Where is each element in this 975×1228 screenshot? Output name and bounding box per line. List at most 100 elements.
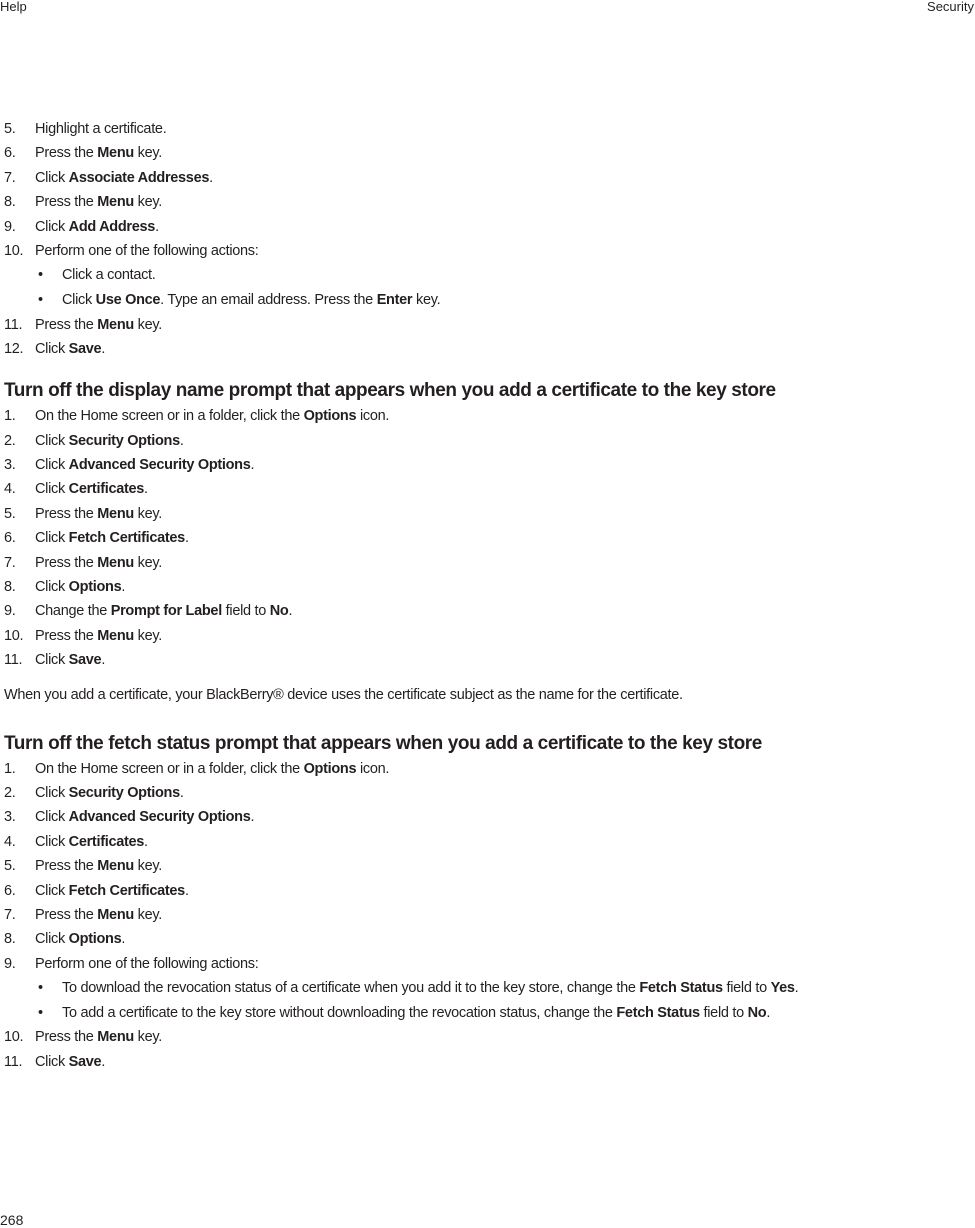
text-run: key. — [133, 316, 163, 333]
ui-term: Advanced Security Options — [68, 809, 251, 826]
step-number: 7. — [4, 169, 16, 186]
ui-term: Enter — [376, 291, 413, 308]
section-title-display-name-prompt: Turn off the display name prompt that ap… — [4, 380, 776, 402]
step-text: Press the Menu key. — [35, 854, 162, 878]
list-step: 1. On the Home screen or in a folder, cli… — [4, 404, 964, 428]
list-step: 8. Click Options. — [4, 575, 964, 599]
step-text: Click Security Options. — [35, 429, 184, 453]
text-run: Press the — [35, 906, 98, 923]
step-text: Click Associate Addresses. — [35, 166, 213, 190]
ui-term: Fetch Status — [616, 1004, 700, 1021]
steps-continued: 5. Highlight a certificate. 6. Press the Me… — [4, 117, 964, 361]
list-step: 7. Press the Menu key. — [4, 903, 964, 927]
step-text: On the Home screen or in a folder, click… — [35, 404, 389, 428]
text-run: Press the — [35, 194, 98, 211]
text-run: . — [179, 432, 184, 449]
bullet-item: • Click a contact. — [4, 263, 964, 288]
list-step: 4. Click Certificates. — [4, 477, 964, 501]
step-number: 11. — [4, 316, 23, 333]
text-run: Press the — [35, 1029, 98, 1046]
bullet-icon: • — [38, 1004, 43, 1021]
text-run: . — [101, 652, 106, 669]
list-step: 10. Press the Menu key. — [4, 624, 964, 648]
list-step: 3. Click Advanced Security Options. — [4, 805, 964, 829]
step-number: 5. — [4, 121, 16, 137]
list-step: 9. Click Add Address. — [4, 215, 964, 239]
text-run: . Type an email address. Press the — [160, 291, 377, 308]
text-run: Click — [35, 931, 69, 948]
ui-term: Options — [68, 931, 122, 948]
text-run: . — [250, 809, 255, 826]
list-step: 10. Press the Menu key. — [4, 1025, 964, 1049]
text-run: Press the — [35, 505, 98, 522]
list-step: 9. Perform one of the following actions: — [4, 952, 964, 976]
ui-term: Prompt for Label — [110, 603, 223, 620]
text-run: key. — [133, 505, 163, 522]
step-number: 8. — [4, 579, 16, 596]
text-run: Click — [35, 579, 69, 596]
step-number: 3. — [4, 809, 16, 826]
ui-term: Yes — [770, 980, 795, 997]
ui-term: Save — [68, 340, 102, 357]
text-run: Click a contact. — [62, 267, 156, 284]
text-run: key. — [133, 554, 163, 571]
list-step: 8. Click Options. — [4, 927, 964, 951]
text-run: Perform one of the following actions: — [35, 242, 259, 259]
ui-term: No — [269, 603, 289, 620]
step-number: 11. — [4, 1053, 23, 1070]
step-number: 2. — [4, 785, 16, 801]
text-run: Press the — [35, 858, 98, 875]
ui-term: Options — [68, 579, 122, 596]
ui-term: Advanced Security Options — [68, 457, 251, 474]
list-step: 5. Press the Menu key. — [4, 854, 964, 878]
ui-term: Certificates — [68, 481, 145, 498]
section-title-fetch-status-prompt: Turn off the fetch status prompt that ap… — [4, 732, 762, 754]
step-number: 8. — [4, 194, 16, 211]
ui-term: No — [747, 1004, 767, 1021]
ui-term: Associate Addresses — [68, 169, 210, 186]
text-run: Highlight a certificate. — [35, 121, 167, 137]
step-number: 1. — [4, 760, 16, 777]
ui-term: Use Once — [95, 291, 161, 308]
ui-term: Fetch Status — [639, 980, 723, 997]
text-run: Click — [35, 218, 69, 235]
step-number: 1. — [4, 408, 16, 425]
step-text: Press the Menu key. — [35, 313, 162, 337]
step-number: 6. — [4, 882, 16, 899]
running-header-right: Security — [927, 0, 974, 14]
list-step: 11. Click Save. — [4, 1050, 964, 1074]
text-run: key. — [133, 1029, 163, 1046]
ui-term: Menu — [97, 1029, 134, 1046]
text-run: Click — [35, 340, 69, 357]
text-run: field to — [699, 1004, 748, 1021]
text-run: To download the revocation status of a c… — [62, 980, 640, 997]
text-run: Click — [35, 652, 69, 669]
list-step: 11. Click Save. — [4, 648, 964, 672]
list-step: 2. Click Security Options. — [4, 781, 964, 805]
text-run: key. — [133, 858, 163, 875]
ui-term: Fetch Certificates — [68, 530, 186, 547]
text-run: Change the — [35, 603, 111, 620]
text-run: key. — [133, 627, 163, 644]
list-step: 7. Press the Menu key. — [4, 551, 964, 575]
text-run: field to — [221, 603, 270, 620]
ui-term: Menu — [97, 316, 134, 333]
bullet-text: Click Use Once. Type an email address. P… — [62, 288, 441, 312]
ui-term: Certificates — [68, 833, 145, 850]
bullet-icon: • — [38, 291, 43, 308]
step-text: Press the Menu key. — [35, 190, 162, 214]
ui-term: Add Address — [68, 218, 156, 235]
step-text: Click Advanced Security Options. — [35, 805, 255, 829]
text-run: Click — [35, 432, 69, 449]
text-run: Press the — [35, 554, 98, 571]
list-step: 10. Perform one of the following actions: — [4, 239, 964, 263]
text-run: icon. — [356, 760, 390, 777]
step-text: Highlight a certificate. — [35, 117, 167, 141]
text-run: Perform one of the following actions: — [35, 955, 259, 972]
text-run: Click — [35, 530, 69, 547]
list-step: 7. Click Associate Addresses. — [4, 166, 964, 190]
step-text: Click Fetch Certificates. — [35, 879, 189, 903]
step-text: Click Save. — [35, 648, 105, 672]
step-number: 9. — [4, 218, 16, 235]
page-content: 5. Highlight a certificate. 6. Press the Me… — [4, 117, 964, 1074]
